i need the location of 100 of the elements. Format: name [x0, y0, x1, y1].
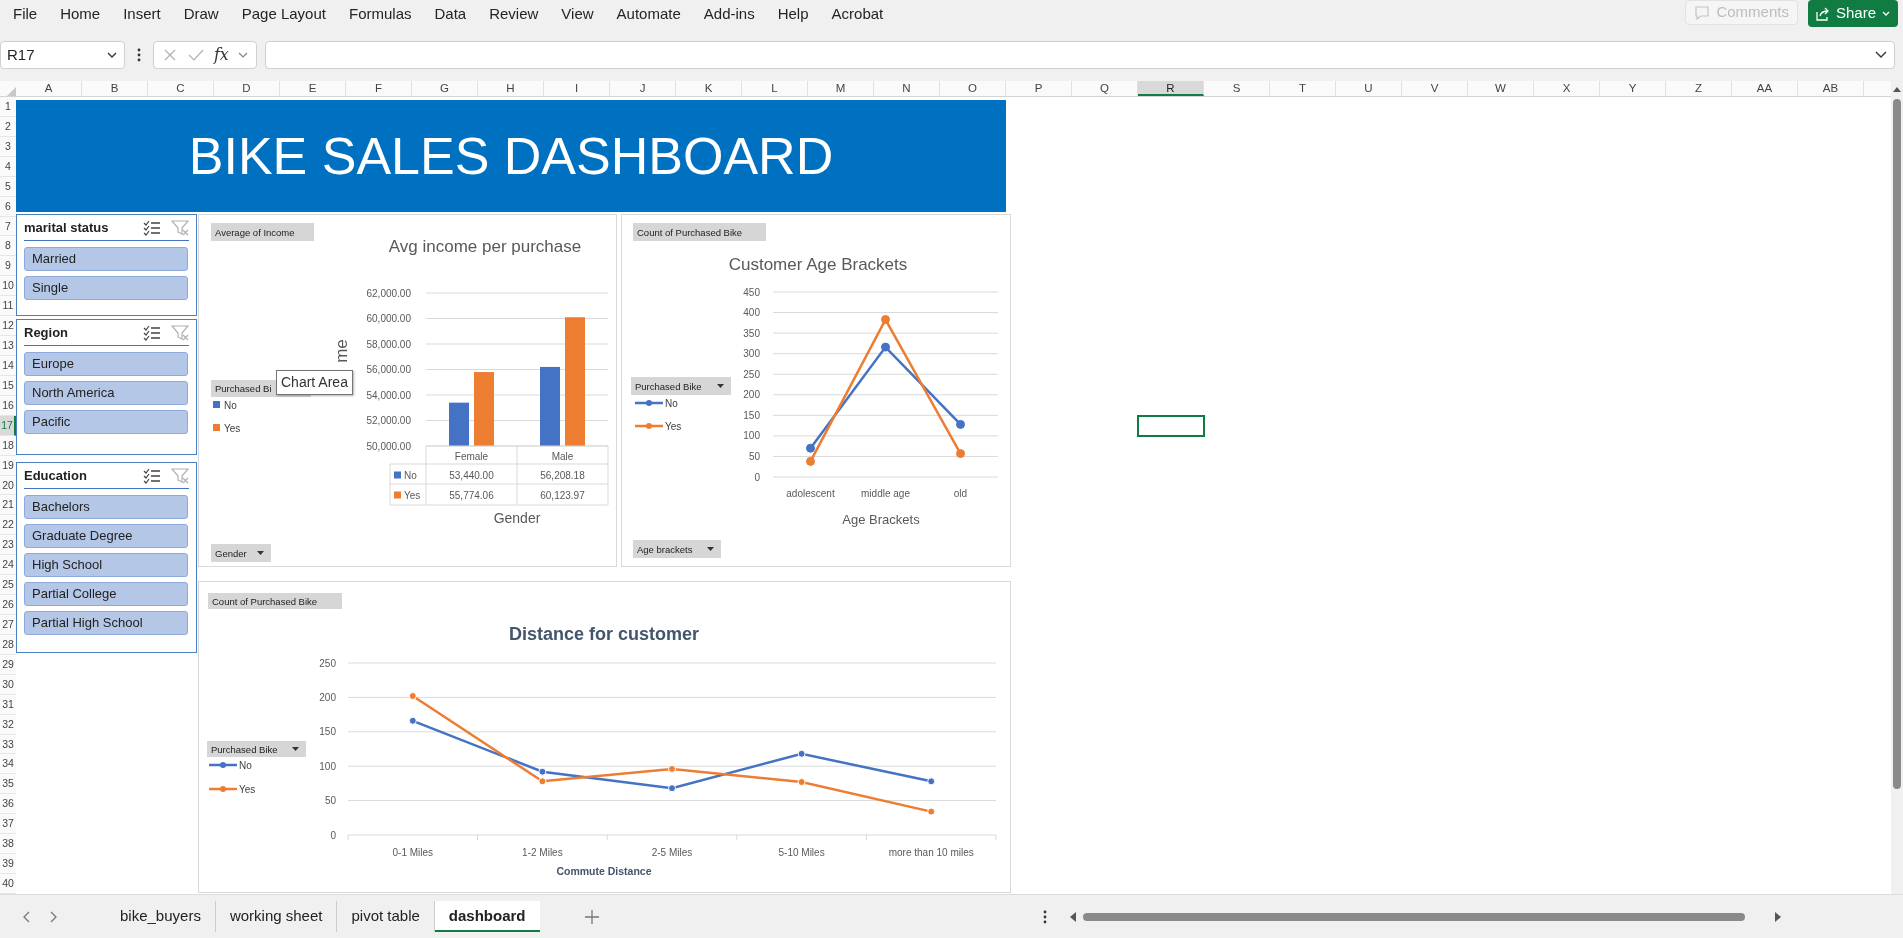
multi-select-icon[interactable] [143, 468, 161, 484]
menu-item[interactable]: Home [60, 2, 101, 26]
slicer-item[interactable]: Bachelors [24, 495, 188, 519]
menu-item[interactable]: Review [489, 2, 539, 26]
row-header[interactable]: 17 [0, 415, 16, 436]
plus-icon[interactable] [583, 908, 600, 925]
column-header[interactable]: R [1138, 81, 1204, 96]
menu-item[interactable]: Acrobat [831, 2, 884, 26]
column-header[interactable]: AA [1732, 81, 1798, 96]
column-header[interactable]: C [148, 81, 214, 96]
formula-input[interactable] [265, 41, 1895, 69]
multi-select-icon[interactable] [143, 220, 161, 236]
clear-filter-icon[interactable] [171, 468, 189, 484]
column-header[interactable]: P [1006, 81, 1072, 96]
data-point[interactable] [956, 449, 965, 459]
data-point[interactable] [956, 419, 965, 429]
slicer-item[interactable]: Graduate Degree [24, 524, 188, 548]
data-point[interactable] [881, 315, 890, 325]
field-button[interactable]: Count of Purchased Bike [633, 223, 766, 241]
menu-item[interactable]: Data [434, 2, 467, 26]
column-header[interactable]: X [1534, 81, 1600, 96]
column-header[interactable]: E [280, 81, 346, 96]
column-header[interactable]: S [1204, 81, 1270, 96]
column-header[interactable]: I [544, 81, 610, 96]
menu-item[interactable]: Automate [616, 2, 681, 26]
menu-item[interactable]: Draw [183, 2, 219, 26]
menu-item[interactable]: Insert [123, 2, 161, 26]
column-header[interactable]: A [16, 81, 82, 96]
column-header[interactable]: N [874, 81, 940, 96]
legend-key-icon [213, 424, 220, 431]
more-icon[interactable] [135, 47, 143, 63]
column-header[interactable]: J [610, 81, 676, 96]
column-header[interactable]: M [808, 81, 874, 96]
check-icon[interactable] [187, 47, 206, 63]
table-cell: 55,774.06 [449, 489, 494, 501]
column-header[interactable]: Z [1666, 81, 1732, 96]
bar[interactable] [540, 366, 560, 446]
column-header[interactable]: V [1402, 81, 1468, 96]
column-header[interactable]: D [214, 81, 280, 96]
column-header[interactable]: W [1468, 81, 1534, 96]
clear-filter-icon[interactable] [171, 220, 189, 236]
column-header[interactable]: U [1336, 81, 1402, 96]
field-button[interactable]: Gender [211, 544, 271, 562]
column-header[interactable]: O [940, 81, 1006, 96]
menu-item[interactable]: Formulas [348, 2, 412, 26]
column-header[interactable]: Y [1600, 81, 1666, 96]
more-icon[interactable] [1041, 908, 1048, 925]
slicer-item[interactable]: North America [24, 381, 188, 405]
table-cell: 53,440.00 [449, 469, 494, 481]
column-header[interactable]: B [82, 81, 148, 96]
column-header[interactable]: K [676, 81, 742, 96]
axis-label: 1-2 Miles [522, 847, 563, 858]
axis-label: 300 [743, 348, 760, 360]
column-header[interactable]: G [412, 81, 478, 96]
slicer-item[interactable]: Partial College [24, 582, 188, 606]
field-button[interactable]: Age brackets [633, 540, 721, 558]
sheet-tab[interactable]: dashboard [434, 900, 540, 933]
data-point[interactable] [806, 443, 815, 453]
field-button[interactable]: Purchased Bike [207, 741, 306, 757]
axis-title: Commute Distance [556, 865, 652, 877]
column-header[interactable]: F [346, 81, 412, 96]
slicer-item[interactable]: Single [24, 276, 188, 300]
chart-panel[interactable] [198, 214, 617, 567]
menu-item[interactable]: View [561, 2, 594, 26]
slicer-item[interactable]: Europe [24, 352, 188, 376]
caret-icon[interactable] [237, 50, 248, 60]
insert-function-button[interactable]: fx [213, 43, 229, 67]
field-button[interactable]: Count of Purchased Bike [208, 593, 342, 609]
chart-panel[interactable]: Count of Purchased Bike Purchased Bike Age brackets Customer Age Brackets 0 50 100 150 200 250 300 350 400 450 adolescent middle age old Age Brackets No Yes [621, 214, 1011, 567]
column-header[interactable]: L [742, 81, 808, 96]
menu-item[interactable]: Page Layout [241, 2, 326, 26]
slicer-item[interactable]: Pacific [24, 410, 188, 434]
legend-key-icon [209, 786, 237, 792]
menu-item[interactable]: File [13, 2, 38, 26]
menu-item[interactable]: Help [777, 2, 809, 26]
name-box[interactable]: R17 [0, 41, 125, 69]
data-point[interactable] [881, 342, 890, 352]
field-button[interactable]: Average of Income [211, 223, 314, 241]
slicer-item[interactable]: Married [24, 247, 188, 271]
bar[interactable] [449, 402, 469, 446]
multi-select-icon[interactable] [143, 325, 161, 341]
scroll-up-icon[interactable] [1892, 85, 1902, 93]
sheet-tab[interactable]: working sheet [215, 901, 338, 932]
chart-panel[interactable]: Count of Purchased Bike Purchased Bike Distance for customer 0 50 100 150 200 250 0-1 Miles 1-2 Miles 2-5 Miles 5-10 Miles more than 10 miles Commute Distance No Yes [198, 581, 1011, 893]
slicer-item[interactable]: Partial High School [24, 611, 188, 635]
sheet-tab[interactable]: pivot table [337, 901, 435, 932]
column-header[interactable]: T [1270, 81, 1336, 96]
column-header[interactable]: H [478, 81, 544, 96]
share-button[interactable]: Share [1807, 0, 1898, 27]
axis-label: 400 [743, 307, 760, 319]
clear-filter-icon[interactable] [171, 325, 189, 341]
menu-item[interactable]: Add-ins [703, 2, 755, 26]
legend-label: No [239, 760, 252, 771]
axis-title: me [332, 339, 351, 363]
slicer-item[interactable]: High School [24, 553, 188, 577]
axis-label: 100 [743, 430, 760, 442]
field-button[interactable]: Purchased Bike [631, 377, 731, 395]
column-header[interactable]: AB [1798, 81, 1864, 96]
sheet-tab[interactable]: bike_buyers [106, 901, 216, 932]
data-point[interactable] [806, 456, 815, 466]
